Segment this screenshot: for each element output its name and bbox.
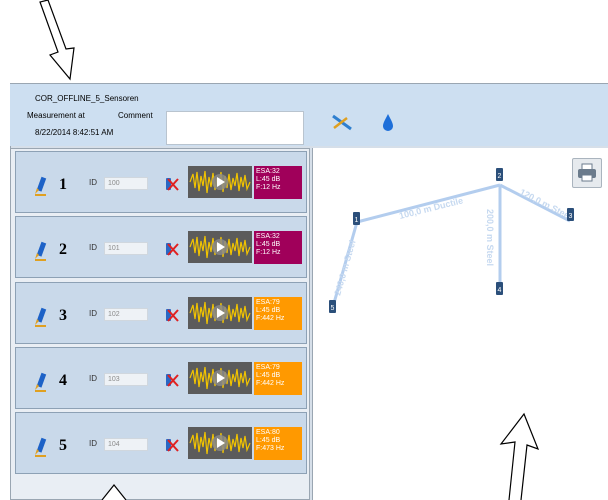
sensor-stats-badge: ESA:32 L:45 dB F:12 Hz — [254, 166, 302, 199]
edit-pencil-icon[interactable] — [31, 372, 51, 392]
id-label: ID — [89, 243, 97, 252]
play-icon — [189, 235, 251, 259]
level-value: L:45 dB — [256, 437, 281, 444]
edit-pencil-icon[interactable] — [31, 241, 51, 261]
svg-text:5: 5 — [331, 305, 335, 312]
tool-icon[interactable] — [330, 112, 354, 132]
sensor-number: 3 — [59, 307, 67, 324]
id-label: ID — [89, 439, 97, 448]
svg-text:1: 1 — [355, 217, 359, 224]
edit-pencil-icon[interactable] — [31, 307, 51, 327]
edit-pencil-icon[interactable] — [31, 437, 51, 457]
sensor-id-field[interactable]: 100 — [104, 177, 148, 190]
esa-value: ESA:32 — [256, 233, 280, 240]
mute-sensor-icon[interactable] — [164, 437, 180, 453]
sensor-number: 5 — [59, 437, 67, 454]
frequency-value: F:473 Hz — [256, 445, 285, 452]
play-icon — [189, 431, 251, 455]
sensor-row-4[interactable]: 4 ID 103 ESA:79 L:45 dB F:442 Hz — [15, 347, 307, 409]
annotation-arrow-top — [39, 0, 75, 81]
sensor-row-1[interactable]: 1 ID 100 ESA:32 L:45 dB F:12 Hz — [15, 151, 307, 213]
esa-value: ESA:80 — [256, 429, 280, 436]
mute-sensor-icon[interactable] — [164, 372, 180, 388]
waveform-play-button[interactable] — [188, 297, 252, 329]
pipe-network-diagram: 100,0 m Ductile 120,0 m Steel 200,0 m St… — [329, 168, 574, 313]
frequency-value: F:442 Hz — [256, 380, 285, 387]
id-label: ID — [89, 309, 97, 318]
sensor-id-field[interactable]: 101 — [104, 242, 148, 255]
level-value: L:45 dB — [256, 307, 281, 314]
file-name: COR_OFFLINE_5_Sensoren — [35, 94, 139, 103]
sensor-row-3[interactable]: 3 ID 102 ESA:79 L:45 dB F:442 Hz — [15, 282, 307, 344]
map-node-2[interactable]: 2 — [496, 168, 503, 181]
esa-value: ESA:79 — [256, 364, 280, 371]
svg-text:4: 4 — [498, 287, 502, 294]
sensor-id-field[interactable]: 102 — [104, 308, 148, 321]
play-icon — [189, 301, 251, 325]
mute-sensor-icon[interactable] — [164, 176, 180, 192]
map-node-1[interactable]: 1 — [353, 212, 360, 225]
esa-value: ESA:32 — [256, 168, 280, 175]
annotation-arrow-left-bottom — [101, 484, 127, 500]
map-node-4[interactable]: 4 — [496, 282, 503, 295]
waveform-play-button[interactable] — [188, 166, 252, 198]
sensor-id-field[interactable]: 104 — [104, 438, 148, 451]
comment-field[interactable] — [166, 111, 304, 145]
pipe-label-120: 120,0 m Steel — [518, 187, 573, 222]
id-label: ID — [89, 178, 97, 187]
play-icon — [189, 170, 251, 194]
sensor-stats-badge: ESA:79 L:45 dB F:442 Hz — [254, 362, 302, 395]
waveform-play-button[interactable] — [188, 231, 252, 263]
pipe-label-100: 100,0 m Ductile — [398, 195, 464, 221]
sensor-number: 2 — [59, 241, 67, 258]
sensor-id-field[interactable]: 103 — [104, 373, 148, 386]
water-drop-icon[interactable] — [381, 112, 395, 132]
map-node-3[interactable]: 3 — [567, 208, 574, 221]
sensor-stats-badge: ESA:80 L:45 dB F:473 Hz — [254, 427, 302, 460]
sensor-row-5[interactable]: 5 ID 104 ESA:80 L:45 dB F:473 Hz — [15, 412, 307, 474]
mute-sensor-icon[interactable] — [164, 307, 180, 323]
measurement-label: Measurement at — [27, 111, 85, 120]
print-button[interactable] — [572, 158, 602, 188]
pipe-label-200: 200,0 m Steel — [485, 209, 495, 266]
waveform-play-button[interactable] — [188, 362, 252, 394]
level-value: L:45 dB — [256, 241, 281, 248]
pipe-label-240: 240,0 m Steel — [332, 239, 357, 297]
sensor-number: 4 — [59, 372, 67, 389]
measurement-datetime: 8/22/2014 8:42:51 AM — [35, 128, 114, 137]
level-value: L:45 dB — [256, 176, 281, 183]
play-icon — [189, 366, 251, 390]
level-value: L:45 dB — [256, 372, 281, 379]
waveform-play-button[interactable] — [188, 427, 252, 459]
sensor-stats-badge: ESA:32 L:45 dB F:12 Hz — [254, 231, 302, 264]
edit-pencil-icon[interactable] — [31, 176, 51, 196]
frequency-value: F:442 Hz — [256, 315, 285, 322]
mute-sensor-icon[interactable] — [164, 241, 180, 257]
sensor-stats-badge: ESA:79 L:45 dB F:442 Hz — [254, 297, 302, 330]
frequency-value: F:12 Hz — [256, 249, 281, 256]
id-label: ID — [89, 374, 97, 383]
frequency-value: F:12 Hz — [256, 184, 281, 191]
annotation-arrow-right-bottom — [499, 412, 540, 500]
svg-text:2: 2 — [498, 173, 502, 180]
sensor-number: 1 — [59, 176, 67, 193]
printer-icon — [578, 163, 596, 182]
map-node-5[interactable]: 5 — [329, 300, 336, 313]
svg-text:3: 3 — [569, 213, 573, 220]
comment-label: Comment — [118, 111, 153, 120]
esa-value: ESA:79 — [256, 299, 280, 306]
sensor-row-2[interactable]: 2 ID 101 ESA:32 L:45 dB F:12 Hz — [15, 216, 307, 278]
